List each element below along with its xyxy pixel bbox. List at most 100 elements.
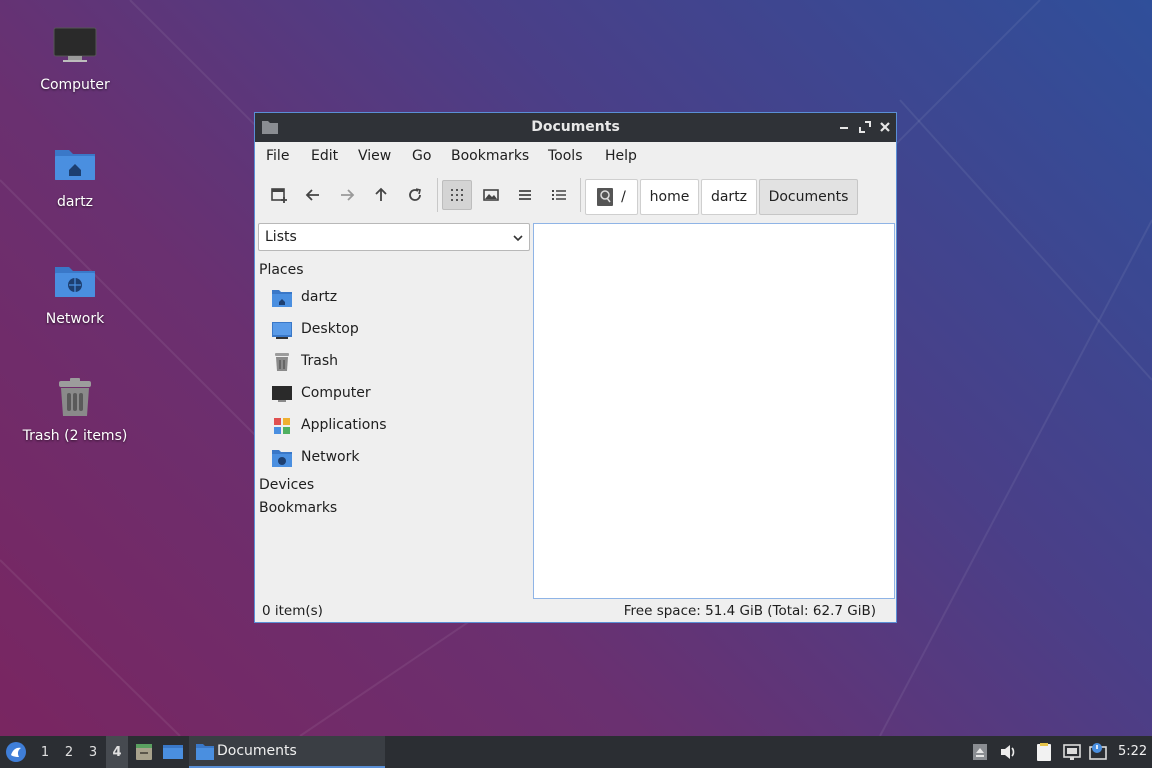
place-item-applications[interactable]: Applications <box>271 412 529 440</box>
show-desktop-icon[interactable] <box>162 742 184 762</box>
bookmarks-heading[interactable]: Bookmarks <box>259 500 337 516</box>
place-item-home[interactable]: dartz <box>271 284 529 312</box>
path-segment-dartz[interactable]: dartz <box>701 179 757 215</box>
forward-arrow-icon <box>341 189 355 201</box>
side-pane-mode-select[interactable]: Lists <box>258 223 530 251</box>
item-count: 0 item(s) <box>262 603 323 619</box>
devices-heading[interactable]: Devices <box>259 477 314 493</box>
menu-go[interactable]: Go <box>412 148 431 164</box>
path-root-label: / <box>621 189 626 205</box>
computer-icon <box>272 386 292 402</box>
update-notifier-icon[interactable] <box>1088 742 1108 762</box>
path-segment-documents[interactable]: Documents <box>759 179 858 215</box>
place-item-desktop[interactable]: Desktop <box>271 316 529 344</box>
toolbar-separator <box>580 178 581 212</box>
start-menu-icon[interactable] <box>5 741 27 763</box>
compact-view-button[interactable] <box>510 180 540 210</box>
place-label: Applications <box>301 417 387 433</box>
path-segment-home[interactable]: home <box>640 179 699 215</box>
place-item-network[interactable]: Network <box>271 444 529 472</box>
menu-bar: File Edit View Go Bookmarks Tools Help <box>255 142 896 170</box>
reload-button[interactable] <box>400 180 430 210</box>
place-label: Computer <box>301 385 371 401</box>
thumbnail-view-button[interactable] <box>476 180 506 210</box>
menu-file[interactable]: File <box>266 148 289 164</box>
up-button[interactable] <box>366 180 396 210</box>
workspace-4[interactable]: 4 <box>106 736 128 768</box>
detailed-list-view-button[interactable] <box>544 180 574 210</box>
path-segment-label: Documents <box>768 189 849 205</box>
workspace-3[interactable]: 3 <box>82 736 104 768</box>
task-label: Documents <box>217 743 297 759</box>
workspace-1[interactable]: 1 <box>34 736 56 768</box>
side-pane-mode-value: Lists <box>265 229 297 245</box>
network-folder-icon <box>272 450 292 467</box>
maximize-icon[interactable] <box>858 120 872 134</box>
desktop: Computer dartz Network Trash (2 items) D… <box>0 0 1152 736</box>
applications-icon <box>274 418 290 434</box>
back-arrow-icon <box>305 189 319 201</box>
toolbar: / home dartz Documents <box>255 170 896 216</box>
close-icon[interactable] <box>878 120 892 134</box>
place-label: dartz <box>301 289 338 305</box>
menu-help[interactable]: Help <box>605 148 637 164</box>
removable-media-icon[interactable] <box>970 742 990 762</box>
chevron-down-icon <box>513 235 523 242</box>
home-folder-icon <box>55 150 95 180</box>
trash-icon <box>275 353 289 371</box>
file-manager-launcher-icon[interactable] <box>134 742 154 762</box>
clock[interactable]: 5:22 <box>1118 744 1147 759</box>
window-title: Documents <box>531 119 620 135</box>
path-segment-label: home <box>649 189 690 205</box>
desktop-icon-label: Trash (2 items) <box>22 428 128 444</box>
place-label: Desktop <box>301 321 359 337</box>
computer-icon <box>53 27 97 62</box>
place-item-computer[interactable]: Computer <box>271 380 529 408</box>
title-bar[interactable]: Documents <box>255 113 896 142</box>
up-arrow-icon <box>375 187 387 201</box>
clipboard-icon[interactable] <box>1034 742 1054 762</box>
desktop-icon-computer[interactable]: Computer <box>15 5 135 105</box>
compact-view-icon <box>519 190 531 200</box>
thumbnail-view-icon <box>483 189 499 201</box>
reload-icon <box>409 188 421 201</box>
place-label: Network <box>301 449 360 465</box>
menu-edit[interactable]: Edit <box>311 148 338 164</box>
desktop-icon-label: Computer <box>40 77 110 93</box>
network-connection-icon[interactable] <box>1062 742 1082 762</box>
menu-tools[interactable]: Tools <box>548 148 583 164</box>
icon-view-button[interactable] <box>442 180 472 210</box>
path-root-button[interactable]: / <box>585 179 638 215</box>
hard-drive-icon <box>597 188 614 206</box>
detailed-list-view-icon <box>552 190 566 200</box>
network-folder-icon <box>55 267 95 297</box>
place-label: Trash <box>301 353 338 369</box>
forward-button[interactable] <box>332 180 362 210</box>
menu-view[interactable]: View <box>358 148 391 164</box>
places-heading[interactable]: Places <box>259 262 304 278</box>
menu-bookmarks[interactable]: Bookmarks <box>451 148 529 164</box>
back-button[interactable] <box>298 180 328 210</box>
file-manager-window: Documents File Edit View Go Bookmarks To… <box>254 112 897 623</box>
taskbar: 1 2 3 4 Documents 5:22 <box>0 736 1152 768</box>
desktop-icon <box>272 322 292 339</box>
path-segment-label: dartz <box>710 189 748 205</box>
trash-icon <box>59 378 91 416</box>
workspace-2[interactable]: 2 <box>58 736 80 768</box>
folder-icon <box>196 744 214 760</box>
desktop-icon-home-folder[interactable]: dartz <box>15 122 135 222</box>
home-folder-icon <box>272 290 292 307</box>
desktop-icon-network[interactable]: Network <box>15 239 135 339</box>
status-bar: 0 item(s) Free space: 51.4 GiB (Total: 6… <box>255 600 896 622</box>
desktop-icon-label: Network <box>45 311 105 327</box>
free-space: Free space: 51.4 GiB (Total: 62.7 GiB) <box>623 603 876 619</box>
minimize-icon[interactable] <box>837 120 851 134</box>
file-list-view[interactable] <box>533 223 895 599</box>
new-tab-button[interactable] <box>264 180 294 210</box>
task-button-documents[interactable]: Documents <box>189 736 385 768</box>
new-tab-icon <box>271 188 287 203</box>
place-item-trash[interactable]: Trash <box>271 348 529 376</box>
volume-icon[interactable] <box>998 742 1018 762</box>
desktop-icon-trash[interactable]: Trash (2 items) <box>15 356 135 456</box>
toolbar-separator <box>437 178 438 212</box>
